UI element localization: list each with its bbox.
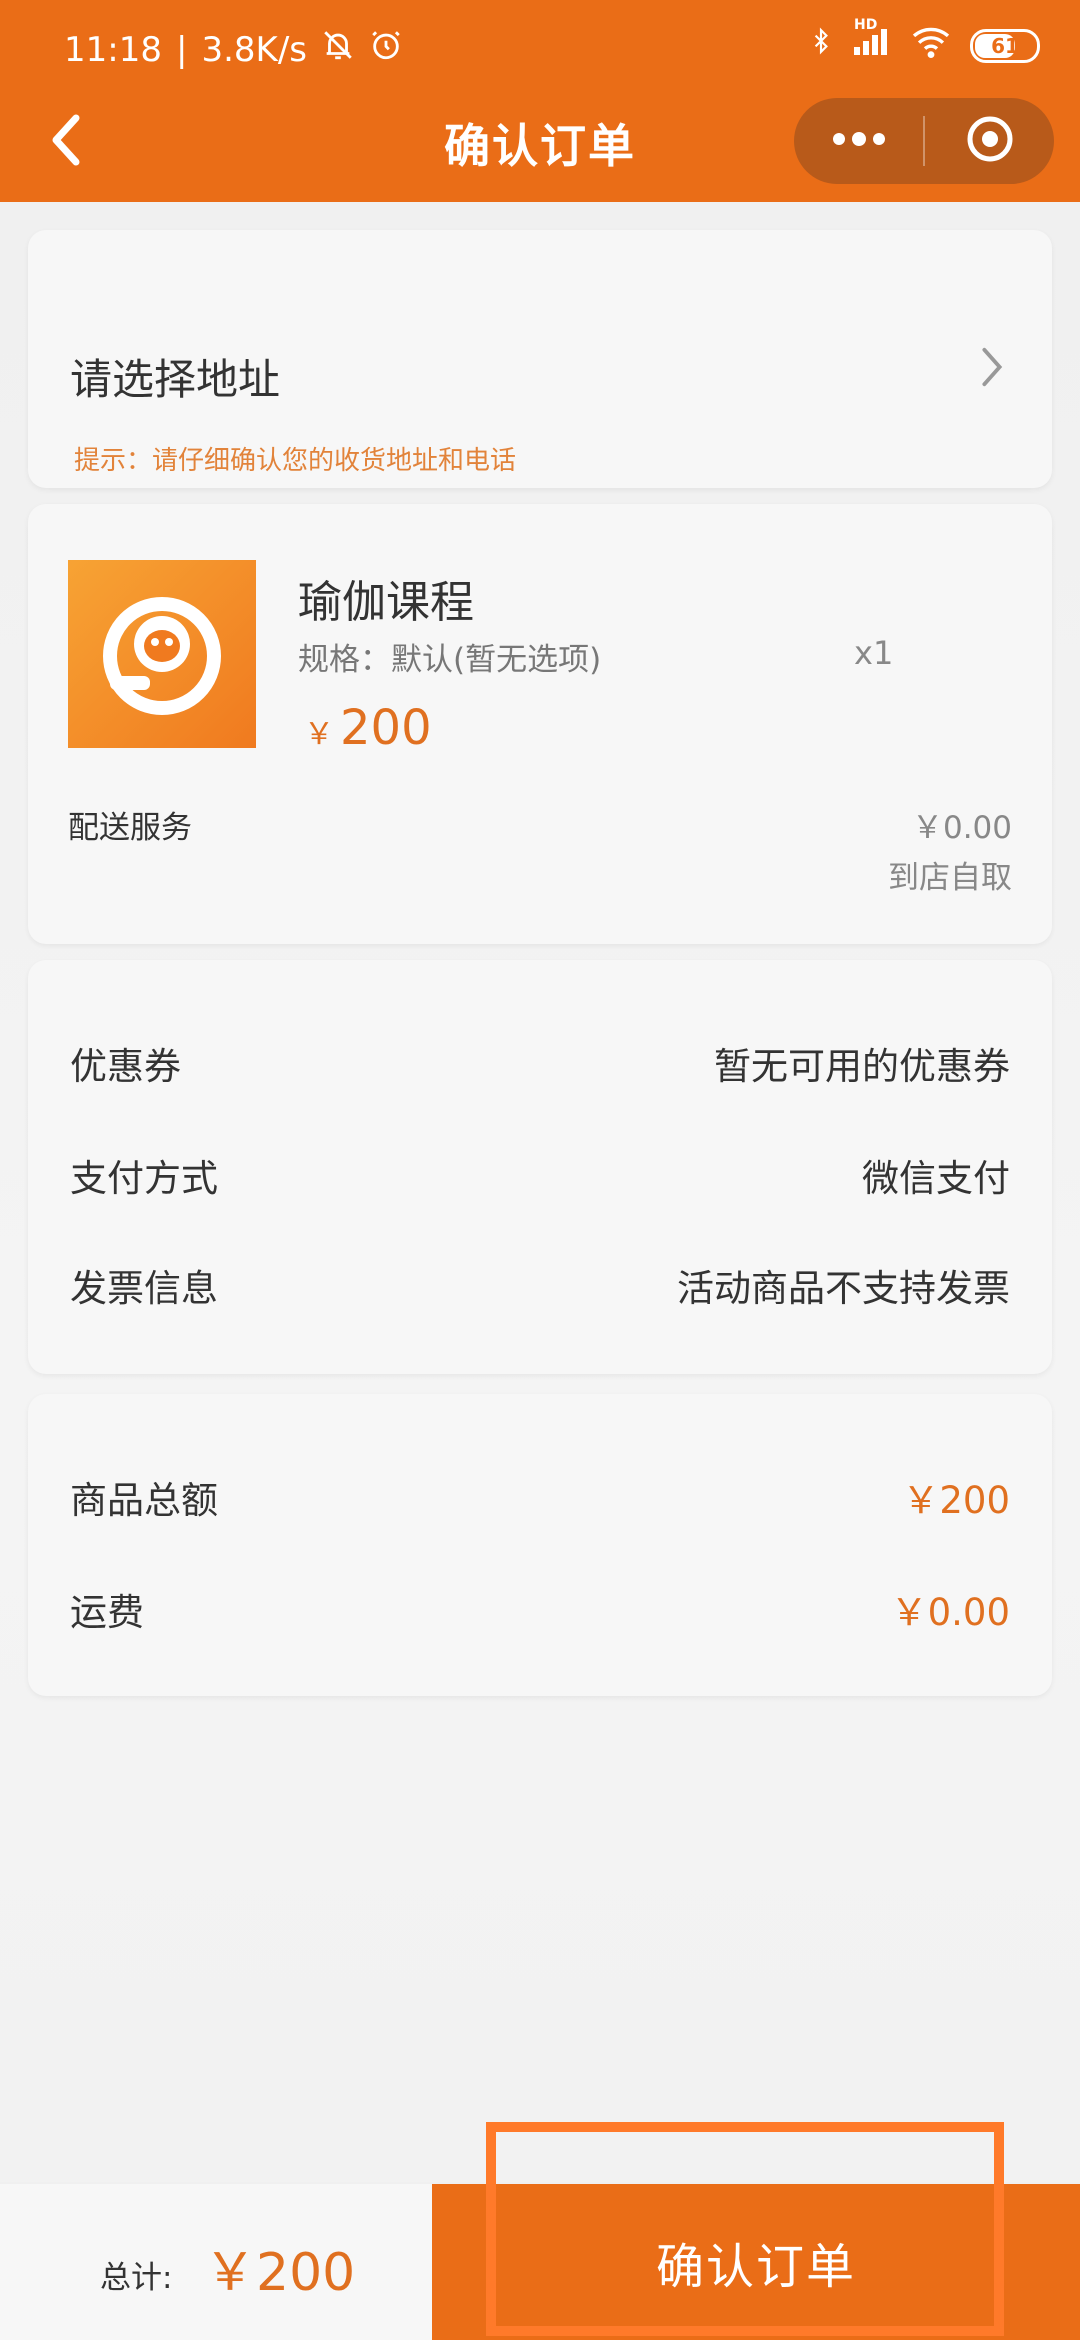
target-icon <box>965 114 1015 168</box>
battery-level: 61 <box>991 33 1019 58</box>
network-speed: 3.8K/s <box>201 29 307 70</box>
more-icon <box>829 129 889 153</box>
address-title: 请选择地址 <box>70 355 281 404</box>
alarm-icon <box>369 28 403 71</box>
summary-card: 商品总额 ￥200 运费 ￥0.00 <box>28 1394 1052 1696</box>
bluetooth-icon <box>808 24 834 67</box>
order-content: 请选择地址 提示：请仔细确认您的收货地址和电话 瑜伽课程 规格：默认(暂无选项)… <box>0 202 1080 2182</box>
product-spec: 规格：默认(暂无选项) <box>298 642 602 678</box>
signal-icon: HD <box>852 17 892 66</box>
payment-method-row[interactable]: 支付方式 微信支付 <box>70 1148 1010 1208</box>
price-value: 200 <box>340 700 432 756</box>
currency-symbol: ￥ <box>304 717 334 752</box>
nav-bar: 确认订单 <box>0 96 1080 188</box>
total-area: 总计: ￥200 <box>0 2184 432 2340</box>
chevron-right-icon <box>972 342 1012 392</box>
delivery-mode: 到店自取 <box>888 860 1012 896</box>
highlight-box <box>486 2122 1004 2336</box>
product-name: 瑜伽课程 <box>298 577 474 628</box>
top-bar: 11:18 | 3.8K/s HD 61 确认订单 <box>0 0 1080 202</box>
product-image <box>68 560 256 748</box>
delivery-fee: ￥0.00 <box>911 810 1012 846</box>
address-tip: 提示：请仔细确认您的收货地址和电话 <box>74 446 517 476</box>
bell-off-icon <box>321 28 355 71</box>
invoice-value: 活动商品不支持发票 <box>677 1267 1010 1310</box>
subtotal-row: 商品总额 ￥200 <box>70 1470 1010 1530</box>
network-label: HD <box>854 17 878 33</box>
product-quantity: x1 <box>854 634 894 672</box>
shipping-label: 运费 <box>70 1591 144 1634</box>
coupon-label: 优惠券 <box>70 1045 181 1088</box>
payment-method-value: 微信支付 <box>862 1157 1010 1200</box>
more-button[interactable] <box>794 98 923 184</box>
product-price: ￥ 200 <box>304 700 432 756</box>
close-button[interactable] <box>925 98 1054 184</box>
coupon-row[interactable]: 优惠券 暂无可用的优惠券 <box>70 1036 1010 1096</box>
shipping-row: 运费 ￥0.00 <box>70 1582 1010 1642</box>
options-card: 优惠券 暂无可用的优惠券 支付方式 微信支付 发票信息 活动商品不支持发票 <box>28 960 1052 1374</box>
status-bar: 11:18 | 3.8K/s HD 61 <box>0 17 1080 82</box>
status-time: 11:18 <box>64 29 162 70</box>
delivery-label: 配送服务 <box>68 810 192 846</box>
shipping-value: ￥0.00 <box>890 1591 1010 1634</box>
invoice-label: 发票信息 <box>70 1267 218 1310</box>
subtotal-label: 商品总额 <box>70 1479 218 1522</box>
invoice-row[interactable]: 发票信息 活动商品不支持发票 <box>70 1258 1010 1318</box>
subtotal-value: ￥200 <box>902 1479 1010 1522</box>
payment-method-label: 支付方式 <box>70 1157 218 1200</box>
coupon-value: 暂无可用的优惠券 <box>714 1045 1010 1088</box>
address-card[interactable]: 请选择地址 提示：请仔细确认您的收货地址和电话 <box>28 230 1052 488</box>
status-separator: | <box>175 29 188 70</box>
mini-program-capsule <box>794 98 1054 184</box>
battery-icon: 61 <box>970 28 1040 63</box>
total-label: 总计: <box>100 2260 173 2296</box>
product-card: 瑜伽课程 规格：默认(暂无选项) x1 ￥ 200 配送服务 ￥0.00 到店自取 <box>28 504 1052 944</box>
wifi-icon <box>910 24 952 67</box>
total-value: ￥200 <box>204 2243 356 2303</box>
